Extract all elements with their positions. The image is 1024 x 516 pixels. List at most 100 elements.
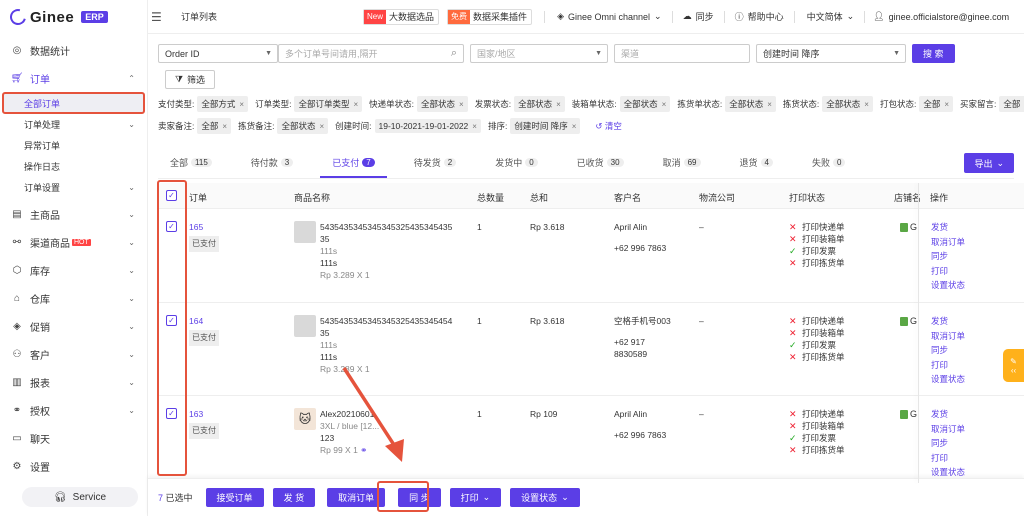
tab-1[interactable]: 待付款 3 (239, 156, 305, 178)
print-button[interactable]: 打印 ⌄ (449, 488, 502, 507)
product-name[interactable]: 5435435345345345325435345454 (320, 315, 470, 327)
filter-chip[interactable]: 19-10-2021-19-01-2022 × (374, 119, 481, 133)
close-icon[interactable]: × (222, 122, 227, 131)
tab-3[interactable]: 待发货 2 (402, 156, 468, 178)
search-icon[interactable]: ⌕ (451, 47, 457, 60)
close-icon[interactable]: × (556, 100, 561, 109)
op-link[interactable]: 取消订单 (931, 329, 965, 344)
op-link[interactable]: 打印 (931, 264, 965, 279)
help-center-link[interactable]: ⓘ 帮助中心 (735, 10, 784, 23)
tab-8[interactable]: 失败 0 (800, 156, 857, 178)
op-link[interactable]: 取消订单 (931, 422, 965, 437)
sidebar-sub-all-orders[interactable]: 全部订单 (2, 92, 145, 114)
sidebar-item-inventory[interactable]: ⬡ 库存 ⌄ (0, 256, 147, 284)
sidebar-item-warehouse[interactable]: ⌂ 仓库 ⌄ (0, 284, 147, 312)
filter-chip[interactable]: 全部状态 × (514, 96, 565, 112)
filter-chip[interactable]: 全部状态 × (822, 96, 873, 112)
sidebar-item-reports[interactable]: ▥ 报表 ⌄ (0, 368, 147, 396)
order-number-link[interactable]: 163 (189, 408, 219, 420)
filter-button[interactable]: ⧩ 筛选 (165, 70, 216, 89)
product-name[interactable]: 5435435345345345325435345435 (320, 221, 470, 233)
header-shop: 店铺名 (894, 193, 922, 203)
op-link[interactable]: 打印 (931, 358, 965, 373)
sidebar-item-settings[interactable]: ⚙ 设置 (0, 452, 147, 480)
search-button[interactable]: 搜 索 (912, 44, 955, 63)
filter-chip[interactable]: 全部状态 × (725, 96, 776, 112)
logistics-cell: – (699, 316, 704, 326)
op-link[interactable]: 设置状态 (931, 278, 965, 293)
op-link[interactable]: 取消订单 (931, 235, 965, 250)
order-number-link[interactable]: 165 (189, 221, 219, 233)
logo[interactable]: Ginee ERP (0, 0, 147, 34)
filter-chip[interactable]: 全部订单类型 × (294, 96, 363, 112)
search-type-select[interactable]: Order ID ▼ (158, 44, 278, 63)
sidebar-sub-order-settings[interactable]: 订单设置 ⌄ (0, 177, 147, 198)
close-icon[interactable]: × (239, 100, 244, 109)
sidebar-item-chat[interactable]: ▭ 聊天 (0, 424, 147, 452)
close-icon[interactable]: × (944, 100, 949, 109)
tab-6[interactable]: 取消 69 (651, 156, 713, 178)
tab-4[interactable]: 发货中 0 (483, 156, 549, 178)
filter-chip[interactable]: 全部× (919, 96, 953, 112)
promo-big-data[interactable]: New 大数据选品 (363, 8, 440, 25)
sidebar-item-orders[interactable]: 🛒︎ 订单 ⌃ (0, 64, 147, 92)
order-search-input[interactable]: 多个订单号间请用,隔开 ⌕ (278, 44, 464, 63)
filter-chip[interactable]: 创建时间 降序 × (510, 118, 581, 134)
sidebar-sub-exception-orders[interactable]: 异常订单 (0, 135, 147, 156)
user-menu[interactable]: 👤︎ ginee.officialstore@ginee.com (873, 11, 1009, 22)
op-link[interactable]: 发货 (931, 407, 965, 422)
accept-order-button[interactable]: 接受订单 (205, 488, 264, 507)
sidebar-item-customers[interactable]: ⚇ 客户 ⌄ (0, 340, 147, 368)
sidebar-item-master-product[interactable]: ▤ 主商品 ⌄ (0, 200, 147, 228)
sort-select[interactable]: 创建时间 降序 ▼ (756, 44, 906, 63)
service-button[interactable]: 🎧︎ Service (22, 487, 138, 507)
menu-toggle-icon[interactable]: ☰ (151, 10, 165, 24)
tab-2[interactable]: 已支付 7 (320, 156, 387, 178)
close-icon[interactable]: × (572, 122, 577, 131)
order-number-link[interactable]: 164 (189, 315, 219, 327)
channel-dropdown[interactable]: ◈ Ginee Omni channel ⌄ (557, 11, 662, 22)
close-icon[interactable]: × (353, 100, 358, 109)
filter-label: 排序: (487, 121, 508, 131)
close-icon[interactable]: × (319, 122, 324, 131)
filter-chip[interactable]: 全部状态 × (277, 118, 329, 134)
sync-link[interactable]: ☁ 同步 (683, 10, 714, 23)
op-link[interactable]: 同步 (931, 343, 965, 358)
tab-5[interactable]: 已收货 30 (565, 156, 636, 178)
op-link[interactable]: 同步 (931, 436, 965, 451)
tab-0[interactable]: 全部 115 (158, 156, 224, 178)
sidebar-item-authorization[interactable]: ⚭ 授权 ⌄ (0, 396, 147, 424)
tab-7[interactable]: 退货 4 (728, 156, 785, 178)
sidebar-sub-order-processing[interactable]: 订单处理 ⌄ (0, 114, 147, 135)
clear-filters-link[interactable]: ↺ 清空 (595, 120, 622, 132)
filter-chip[interactable]: 全部× (999, 96, 1024, 112)
sidebar-item-promotion[interactable]: ◈ 促销 ⌄ (0, 312, 147, 340)
filter-chip[interactable]: 全部× (197, 118, 232, 134)
filter-chip[interactable]: 全部状态 × (619, 96, 671, 112)
cross-icon: ✕ (789, 234, 797, 244)
op-link[interactable]: 设置状态 (931, 372, 965, 387)
op-link[interactable]: 打印 (931, 451, 965, 466)
close-icon[interactable]: × (864, 100, 869, 109)
channel-input[interactable]: 渠道 (614, 44, 750, 63)
filter-chip[interactable]: 全部方式 × (197, 96, 249, 112)
op-link[interactable]: 发货 (931, 220, 965, 235)
sidebar-item-dashboard[interactable]: ◎ 数据统计 (0, 36, 147, 64)
close-icon[interactable]: × (662, 100, 667, 109)
floating-helper-button[interactable]: ✎ ‹‹ (1003, 349, 1024, 382)
topbar: ☰ 订单列表 New 大数据选品 免费 数据采集插件 ◈ Ginee Omni … (148, 0, 1024, 34)
op-link[interactable]: 同步 (931, 249, 965, 264)
close-icon[interactable]: × (767, 100, 772, 109)
close-icon[interactable]: × (459, 100, 464, 109)
country-select[interactable]: 国家/地区 ▼ (470, 44, 608, 63)
language-dropdown[interactable]: 中文简体 ⌄ (807, 10, 855, 23)
promo-plugin[interactable]: 免费 数据采集插件 (447, 8, 533, 25)
ship-button[interactable]: 发 货 (272, 488, 316, 507)
close-icon[interactable]: × (472, 122, 477, 131)
sidebar-sub-operation-log[interactable]: 操作日志 (0, 156, 147, 177)
sidebar-item-channel-product[interactable]: ⚯ 渠道商品 HOT ⌄ (0, 228, 147, 256)
filter-chip[interactable]: 全部状态 × (417, 96, 468, 112)
export-button[interactable]: 导出 ⌄ (964, 153, 1014, 173)
op-link[interactable]: 发货 (931, 314, 965, 329)
set-status-button[interactable]: 设置状态 ⌄ (510, 488, 580, 507)
